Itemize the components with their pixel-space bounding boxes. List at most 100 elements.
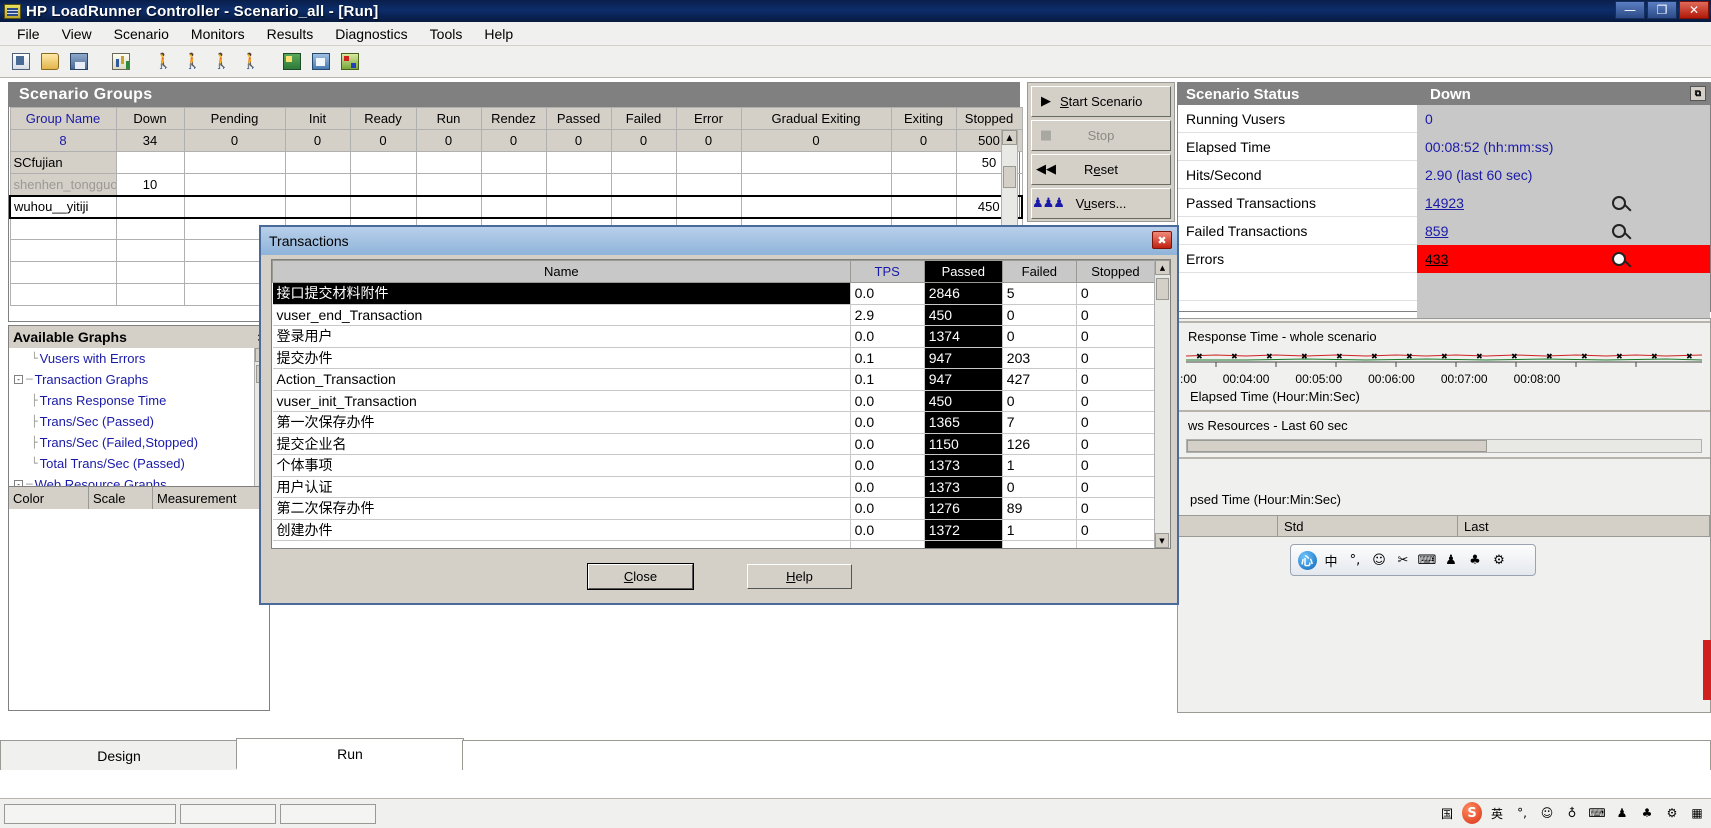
table-row[interactable]: shenhen_tongguo 10 (9, 173, 1023, 196)
tray-user-icon[interactable]: ♟ (1612, 803, 1632, 823)
col-ready[interactable]: Ready (349, 107, 417, 130)
col-init[interactable]: Init (284, 107, 351, 130)
menu-scenario[interactable]: Scenario (103, 23, 180, 45)
menu-tools[interactable]: Tools (419, 23, 474, 45)
table-row[interactable]: vuser_end_Transaction 2.9 450 0 0 (272, 304, 1156, 326)
close-button[interactable]: Close (588, 564, 693, 589)
ime-emoji-icon[interactable]: ☺ (1368, 549, 1390, 571)
col-run[interactable]: Run (415, 107, 482, 130)
menu-help[interactable]: Help (473, 23, 524, 45)
table-row[interactable]: 用户认证 0.0 1373 0 0 (272, 476, 1156, 498)
reset-button[interactable]: ◀◀ Reset (1031, 154, 1171, 185)
col-group-name[interactable]: Group Name (9, 107, 117, 130)
transactions-grid[interactable]: Name TPS Passed Failed Stopped 接口提交材料附件 0… (271, 259, 1171, 549)
table-row[interactable]: 提交办件 0.1 947 203 0 (272, 347, 1156, 369)
col-exiting[interactable]: Exiting (890, 107, 957, 130)
col-gradual-exiting[interactable]: Gradual Exiting (740, 107, 892, 130)
magnifier-icon[interactable] (1612, 251, 1626, 266)
ime-chinese-icon[interactable]: 中 (1320, 549, 1342, 571)
table-row[interactable]: vuser_init_Transaction 0.0 450 0 0 (272, 390, 1156, 412)
table-row[interactable]: SCfujian 50 (9, 151, 1023, 174)
col-passed[interactable]: Passed (545, 107, 612, 130)
minimize-button[interactable]: — (1615, 1, 1645, 19)
ime-toolbar[interactable]: 心 中 °, ☺ ✂ ⌨ ♟ ♣ ⚙ (1290, 544, 1536, 576)
ime-settings-icon[interactable]: ⚙ (1488, 549, 1510, 571)
close-icon[interactable]: ✖ (1152, 231, 1172, 249)
tray-halfwidth-icon[interactable]: °, (1512, 803, 1532, 823)
col-rendez[interactable]: Rendez (480, 107, 547, 130)
tray-emoji-icon[interactable]: ☺ (1537, 803, 1557, 823)
graph-plot-response-time[interactable]: ✖ ✖ ✖ ✖ ✖ ✖ ✖ ✖ ✖ ✖ ✖ ✖ ✖ ✖ ✖ (1186, 346, 1702, 372)
table-row[interactable]: 提交企业名 0.0 1150 126 0 (272, 433, 1156, 455)
stop-vuser-2-button[interactable]: 🚶 (237, 49, 263, 75)
tx-col-passed[interactable]: Passed (923, 260, 1003, 283)
table-row[interactable] (272, 540, 1156, 548)
tray-keyboard-icon[interactable]: ⌨ (1587, 803, 1607, 823)
new-scenario-button[interactable] (8, 49, 34, 75)
maximize-button[interactable]: ❐ (1647, 1, 1677, 19)
tray-mic-icon[interactable]: ♁ (1562, 803, 1582, 823)
scrollbar-thumb[interactable] (1003, 166, 1016, 188)
scroll-down-icon[interactable]: ▼ (1155, 533, 1169, 548)
help-button[interactable]: Help (747, 564, 852, 589)
system-tray[interactable]: 国 S 英 °, ☺ ♁ ⌨ ♟ ♣ ⚙ ▦ (1437, 800, 1707, 826)
col-down[interactable]: Down (115, 107, 185, 130)
tree-item-total-trans-sec-passed[interactable]: └ Total Trans/Sec (Passed) (9, 453, 269, 474)
table-row[interactable]: Action_Transaction 0.1 947 427 0 (272, 368, 1156, 391)
menu-file[interactable]: File (6, 23, 51, 45)
scrollbar-thumb[interactable] (1156, 278, 1169, 300)
menu-diagnostics[interactable]: Diagnostics (324, 23, 418, 45)
tray-sogou-icon[interactable]: S (1462, 802, 1482, 824)
scroll-up-icon[interactable]: ▲ (1155, 260, 1170, 275)
table-row[interactable]: 创建办件 0.0 1372 1 0 (272, 519, 1156, 541)
tx-col-tps[interactable]: TPS (849, 260, 925, 283)
tray-hat-icon[interactable]: ♣ (1637, 803, 1657, 823)
col-failed[interactable]: Failed (610, 107, 677, 130)
tx-col-failed[interactable]: Failed (1001, 260, 1077, 283)
table-row[interactable]: 个体事项 0.0 1373 1 0 (272, 454, 1156, 477)
collapse-icon[interactable]: - (14, 375, 23, 384)
open-scenario-button[interactable] (37, 49, 63, 75)
scrollbar-thumb[interactable] (1187, 440, 1487, 452)
col-pending[interactable]: Pending (183, 107, 286, 130)
tree-item-trans-sec-passed[interactable]: ├ Trans/Sec (Passed) (9, 411, 269, 432)
graph-legend-col-std[interactable]: Std (1278, 516, 1458, 536)
status-value-link[interactable]: 14923 (1417, 188, 1710, 217)
table-row[interactable]: 第一次保存办件 0.0 1365 7 0 (272, 411, 1156, 434)
status-value-link[interactable]: 859 (1417, 216, 1710, 245)
menu-view[interactable]: View (51, 23, 103, 45)
tree-item-trans-sec-failed-stopped[interactable]: ├ Trans/Sec (Failed,Stopped) (9, 432, 269, 453)
scroll-up-icon[interactable]: ▲ (1002, 130, 1017, 145)
vusers-button[interactable]: ♟♟♟ Vusers... (1031, 188, 1171, 219)
ime-user-icon[interactable]: ♟ (1440, 549, 1462, 571)
analysis-button[interactable] (308, 49, 334, 75)
view-graph-button[interactable] (279, 49, 305, 75)
tray-chinese-icon[interactable]: 英 (1487, 803, 1507, 823)
tx-col-stopped[interactable]: Stopped (1075, 260, 1156, 283)
available-graphs-tree[interactable]: └ Vusers with Errors - ─ Transaction Gra… (9, 348, 269, 509)
graph-horizontal-scrollbar[interactable] (1186, 439, 1702, 453)
restore-icon[interactable]: ⧉ (1690, 86, 1706, 101)
tab-run[interactable]: Run (236, 738, 464, 770)
graph-plot-ws-resources[interactable] (1178, 461, 1710, 489)
legend-col-scale[interactable]: Scale (89, 487, 153, 509)
save-scenario-button[interactable] (66, 49, 92, 75)
table-row[interactable]: wuhou__yitiji 450 (9, 194, 1023, 219)
stop-vuser-button[interactable]: 🚶 (208, 49, 234, 75)
stop-button[interactable]: ■ Stop (1031, 120, 1171, 151)
col-error[interactable]: Error (675, 107, 742, 130)
tray-ime-icon[interactable]: 国 (1437, 803, 1457, 823)
tree-item-trans-response-time[interactable]: ├ Trans Response Time (9, 390, 269, 411)
tab-design[interactable]: Design (0, 740, 238, 770)
results-button[interactable] (337, 49, 363, 75)
graph-legend-col-blank[interactable] (1178, 516, 1278, 536)
menu-results[interactable]: Results (256, 23, 325, 45)
table-row[interactable]: 第二次保存办件 0.0 1276 89 0 (272, 497, 1156, 520)
menu-monitors[interactable]: Monitors (180, 23, 256, 45)
transactions-scrollbar[interactable]: ▲ ▼ (1154, 260, 1170, 548)
run-vuser-button[interactable]: 🚶 (150, 49, 176, 75)
window-buttons[interactable]: — ❐ ✕ (1615, 1, 1709, 19)
ime-halfwidth-icon[interactable]: °, (1344, 549, 1366, 571)
status-value-error[interactable]: 433 (1417, 244, 1710, 273)
ime-tools-icon[interactable]: ✂ (1392, 549, 1414, 571)
